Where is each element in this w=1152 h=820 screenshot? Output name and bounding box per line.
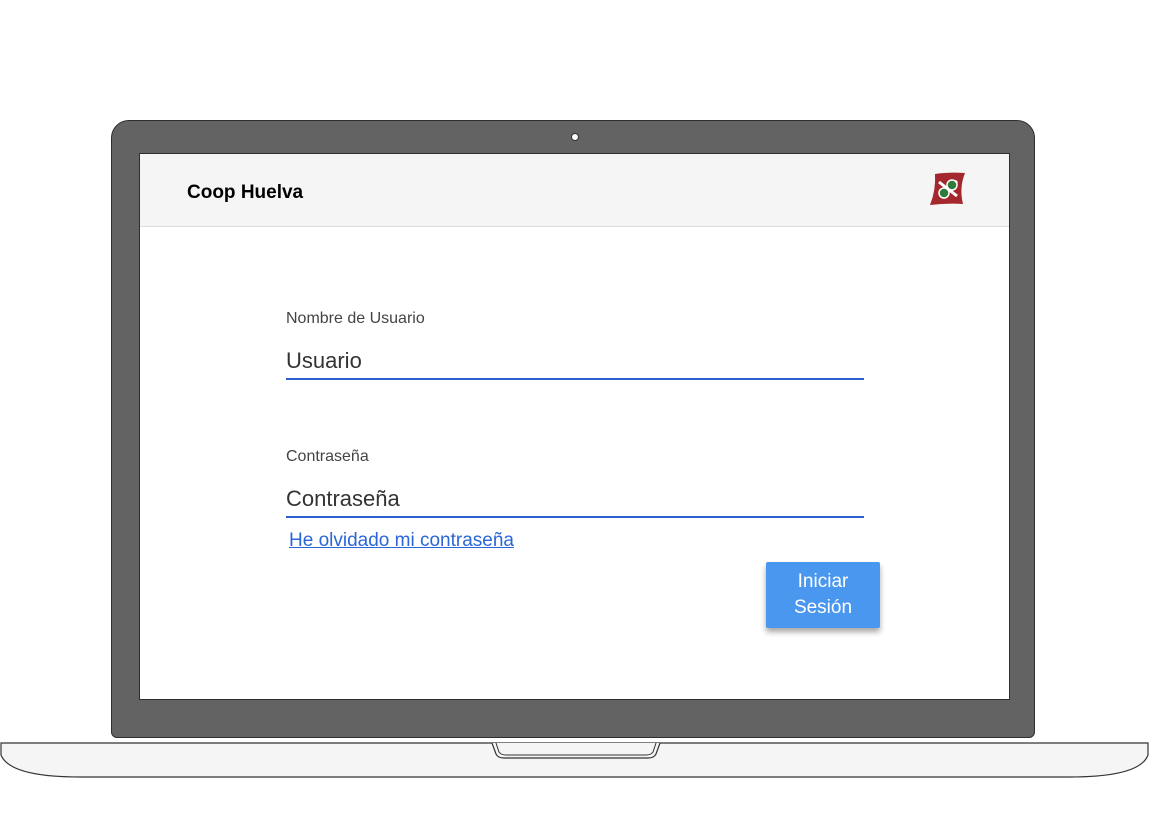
laptop-base [0,742,1149,778]
username-input[interactable] [286,344,864,380]
forgot-password-link[interactable]: He olvidado mi contraseña [289,530,514,552]
password-label: Contraseña [286,448,369,465]
laptop-mockup: Coop Huelva Nombre de Usuario Contraseña… [0,0,1152,820]
coop-huelva-logo-icon [930,172,965,205]
username-label: Nombre de Usuario [286,310,425,327]
app-header: Coop Huelva [140,154,1009,227]
password-input[interactable] [286,482,864,518]
webcam-icon [571,133,579,141]
login-button[interactable]: Iniciar Sesión [766,562,880,628]
app-title: Coop Huelva [187,182,304,203]
laptop-screen: Coop Huelva Nombre de Usuario Contraseña… [139,153,1010,700]
